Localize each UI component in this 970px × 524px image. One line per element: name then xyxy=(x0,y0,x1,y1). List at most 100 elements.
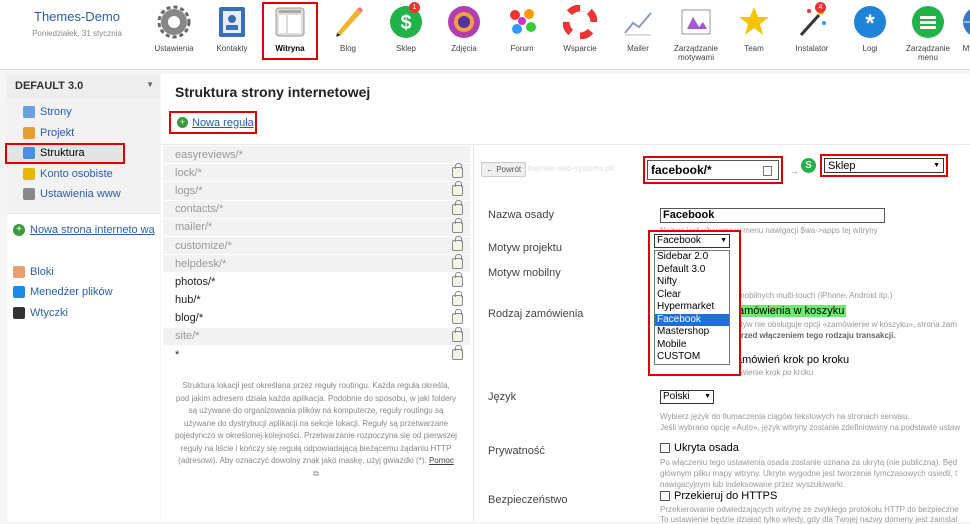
new-rule-button[interactable]: + Nowa reguła xyxy=(169,111,257,134)
app-logs[interactable]: * Logi xyxy=(842,4,898,53)
copy-icon[interactable] xyxy=(763,166,772,176)
theme-option[interactable]: CUSTOM xyxy=(655,351,729,364)
settlement-name-input[interactable]: Facebook xyxy=(660,208,885,223)
url-input[interactable]: facebook/* xyxy=(647,160,779,180)
app-installer[interactable]: 4 Instalator xyxy=(784,2,840,53)
app-label: Zarządzanie motywami xyxy=(673,44,719,62)
rule-row[interactable]: photos/* xyxy=(163,272,470,292)
https-checkbox[interactable]: Przekieruj do HTTPS xyxy=(660,490,777,502)
theme-option[interactable]: Hypermarket xyxy=(655,301,729,314)
forum-icon xyxy=(504,4,540,40)
brand-title[interactable]: Themes-Demo xyxy=(22,9,132,24)
shop-icon: $1 xyxy=(388,2,424,40)
rule-row[interactable]: site/* xyxy=(163,326,470,347)
rule-path: hub/* xyxy=(175,294,201,307)
sidebar-item-label: Menedżer plików xyxy=(30,286,113,299)
app-site[interactable]: Witryna xyxy=(262,2,318,60)
rule-row[interactable]: logs/* xyxy=(163,181,470,201)
app-mailer[interactable]: Mailer xyxy=(610,4,666,53)
shop-icon: S xyxy=(801,158,816,173)
lock-icon xyxy=(452,181,463,197)
rule-row[interactable]: easyreviews/* xyxy=(163,146,470,165)
theme-option[interactable]: Clear xyxy=(655,289,729,302)
rule-row[interactable]: mailer/* xyxy=(163,217,470,237)
rule-row[interactable]: lock/* xyxy=(163,163,470,183)
rule-row[interactable]: contacts/* xyxy=(163,199,470,219)
sidebar-item-konto-osobiste[interactable]: Konto osobiste xyxy=(7,164,160,185)
hidden-settlement-checkbox[interactable]: Ukryta osada xyxy=(660,442,739,454)
hidden-hint-3: nawigacyjnym lub indeksowane przez wyszu… xyxy=(660,480,845,489)
sidebar-bottom-menu: Bloki Menedżer plików Wtyczki xyxy=(7,262,160,324)
theme-select[interactable]: Facebook ▼ xyxy=(654,234,730,248)
lock-icon xyxy=(452,290,463,306)
help-link[interactable]: Pomoc xyxy=(429,456,454,465)
rule-path: * xyxy=(175,348,180,361)
order-option-steps[interactable]: amówień krok po kroku xyxy=(736,354,849,366)
sidebar-item-wtyczki[interactable]: Wtyczki xyxy=(7,303,160,324)
app-label: Witryna xyxy=(275,44,305,53)
rule-path: helpdesk/* xyxy=(175,257,227,270)
sidebar-item-label: Bloki xyxy=(30,265,54,278)
sidebar-item-label: Projekt xyxy=(40,126,75,139)
mailer-icon xyxy=(620,4,656,40)
language-select[interactable]: Polski ▼ xyxy=(660,390,714,404)
app-lifebuoy[interactable]: Wsparcie xyxy=(552,4,608,53)
sidebar-item-projekt[interactable]: Projekt xyxy=(7,123,160,144)
theme-dropdown-highlight: Facebook ▼ Sidebar 2.0 Default 3.0 Nifty Cl… xyxy=(648,230,741,376)
theme-option[interactable]: Nifty xyxy=(655,276,729,289)
app-menu[interactable]: Zarządzanie menu xyxy=(900,4,956,62)
theme-option[interactable]: Default 3.0 xyxy=(655,264,729,277)
app-pencil[interactable]: Blog xyxy=(320,4,376,53)
rule-path: photos/* xyxy=(175,275,216,288)
order-option-cart[interactable]: amówienia w koszyku xyxy=(736,305,847,317)
sidebar-item-ustawienia-www[interactable]: Ustawienia www xyxy=(7,184,160,205)
theme-option[interactable]: Mastershop xyxy=(655,326,729,339)
app-team[interactable]: Team xyxy=(726,4,782,53)
theme-option[interactable]: Facebook xyxy=(655,313,729,326)
chevron-down-icon: ▼ xyxy=(933,162,940,169)
new-site-link[interactable]: + Nowa strona interneto wa xyxy=(7,223,160,236)
app-lang[interactable]: My Lang xyxy=(958,4,970,53)
app-label: Kontakty xyxy=(216,44,248,53)
sidebar-item-struktura[interactable]: Struktura xyxy=(5,143,125,164)
rule-row[interactable]: helpdesk/* xyxy=(163,254,470,274)
upload-icon xyxy=(13,286,25,299)
app-contacts[interactable]: Kontakty xyxy=(204,4,260,53)
rule-row[interactable]: customize/* xyxy=(163,235,470,256)
team-icon xyxy=(736,4,772,40)
back-button[interactable]: ← Powrót xyxy=(481,162,527,177)
app-forum[interactable]: Forum xyxy=(494,4,550,53)
checkbox[interactable] xyxy=(660,491,670,501)
main-content: Struktura strony internetowej + Nowa reg… xyxy=(161,74,970,524)
checkbox[interactable] xyxy=(660,443,670,453)
chevron-down-icon: ▼ xyxy=(704,393,711,400)
rule-row[interactable]: blog/* xyxy=(163,308,470,328)
sidebar-item-strony[interactable]: Strony xyxy=(7,102,160,123)
app-camera[interactable]: Zdjęcia xyxy=(436,4,492,53)
order-option-steps-hint: ówienie krok po kroku xyxy=(736,368,814,377)
app-select[interactable]: Sklep ▼ xyxy=(824,158,944,173)
rule-row[interactable]: hub/* xyxy=(163,290,470,310)
sidebar-item-bloki[interactable]: Bloki xyxy=(7,262,160,283)
app-select-value: Sklep xyxy=(828,159,856,172)
app-gear[interactable]: Ustawienia xyxy=(146,4,202,53)
arrow-icon: → xyxy=(790,166,799,176)
camera-icon xyxy=(446,4,482,40)
theme-option[interactable]: Mobile xyxy=(655,339,729,352)
rule-path: lock/* xyxy=(175,166,202,179)
gear-icon xyxy=(23,188,35,201)
site-selector[interactable]: DEFAULT 3.0 ▼ xyxy=(7,74,160,98)
new-rule-label: Nowa reguła xyxy=(192,116,254,129)
language-value: Polski xyxy=(663,391,690,402)
site-name: DEFAULT 3.0 xyxy=(15,80,84,92)
theme-option[interactable]: Sidebar 2.0 xyxy=(655,251,729,264)
sidebar-item-label: Wtyczki xyxy=(30,306,68,319)
pencil-icon xyxy=(330,4,366,40)
app-shop[interactable]: $1 Sklep xyxy=(378,2,434,53)
order-option-cart-hint: otyw nie obsługuje opcji «zamówienie w k… xyxy=(736,320,957,329)
sidebar-item-menedżer-plików[interactable]: Menedżer plików xyxy=(7,282,160,303)
rule-row[interactable]: * xyxy=(163,345,470,365)
app-themes[interactable]: Zarządzanie motywami xyxy=(668,4,724,62)
blocks-icon xyxy=(13,265,25,278)
installer-icon: 4 xyxy=(794,2,830,40)
